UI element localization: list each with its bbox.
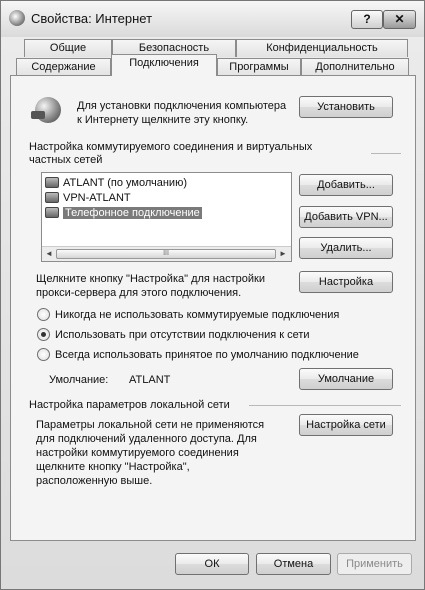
apply-button[interactable]: Применить	[337, 553, 412, 575]
internet-properties-window: Свойства: Интернет ? ✕ Общие Безопасност…	[0, 0, 425, 590]
scroll-left-icon[interactable]: ◄	[44, 249, 54, 258]
scroll-thumb[interactable]: III	[56, 249, 276, 259]
connections-panel: Для установки подключения компьютера к И…	[10, 75, 416, 541]
lan-text-5: расположенную выше.	[36, 475, 153, 487]
radio-always-dial-default-label[interactable]: Всегда использовать принятое по умолчани…	[55, 348, 359, 362]
lan-text-1: Параметры локальной сети не применяются	[36, 419, 265, 431]
phone-connection-icon	[45, 207, 59, 218]
list-item-selected[interactable]: Телефонное подключение	[45, 206, 202, 221]
help-button[interactable]: ?	[351, 10, 383, 29]
lan-settings-button[interactable]: Настройка сети	[299, 414, 393, 436]
set-default-button[interactable]: Умолчание	[299, 368, 393, 390]
close-button[interactable]: ✕	[383, 10, 416, 29]
horizontal-scrollbar[interactable]: ◄ III ►	[42, 246, 291, 261]
tab-connections[interactable]: Подключения	[111, 54, 217, 76]
lan-text-3: настройки коммутируемого соединения	[36, 447, 239, 459]
radio-never-dial-label[interactable]: Никогда не использовать коммутируемые по…	[55, 308, 339, 322]
ok-button[interactable]: ОК	[175, 553, 249, 575]
proxy-text-1: Щелкните кнопку "Настройка" для настройк…	[36, 273, 265, 285]
internet-options-icon	[9, 10, 25, 26]
title-bar: Свойства: Интернет ? ✕	[1, 1, 424, 37]
radio-always-dial-default[interactable]	[37, 348, 50, 361]
setup-button[interactable]: Установить	[299, 96, 393, 118]
separator	[249, 405, 401, 406]
tab-content[interactable]: Содержание	[16, 58, 111, 76]
tab-advanced[interactable]: Дополнительно	[301, 58, 409, 76]
list-item[interactable]: ATLANT (по умолчанию)	[45, 176, 187, 191]
setup-text-1: Для установки подключения компьютера	[77, 100, 287, 112]
lan-text-2: для подключений удаленного доступа. Для	[36, 433, 257, 445]
lan-heading: Настройка параметров локальной сети	[29, 399, 230, 411]
add-vpn-button[interactable]: Добавить VPN...	[299, 206, 393, 228]
default-label: Умолчание:	[49, 374, 109, 386]
radio-dial-when-no-network-label[interactable]: Использовать при отсутствии подключения …	[55, 328, 310, 342]
vpn-connection-icon	[45, 192, 59, 203]
radio-dial-when-no-network[interactable]	[37, 328, 50, 341]
setup-text-2: к Интернету щелкните эту кнопку.	[77, 114, 249, 126]
add-button[interactable]: Добавить...	[299, 174, 393, 196]
dialup-connection-icon	[45, 177, 59, 188]
globe-network-icon	[31, 97, 61, 123]
separator	[371, 153, 401, 154]
default-value: ATLANT	[129, 374, 171, 386]
proxy-settings-button[interactable]: Настройка	[299, 271, 393, 293]
dialup-heading-1: Настройка коммутируемого соединения и ви…	[29, 141, 313, 153]
cancel-button[interactable]: Отмена	[256, 553, 331, 575]
dialup-heading-2: частных сетей	[29, 154, 103, 166]
remove-button[interactable]: Удалить...	[299, 237, 393, 259]
connections-list[interactable]: ATLANT (по умолчанию) VPN-ATLANT Телефон…	[41, 172, 292, 262]
tab-general[interactable]: Общие	[24, 39, 112, 57]
lan-text-4: щелкните кнопку "Настройка",	[36, 461, 190, 473]
proxy-text-2: прокси-сервера для этого подключения.	[36, 287, 242, 299]
tab-programs[interactable]: Программы	[217, 58, 301, 76]
window-title: Свойства: Интернет	[31, 11, 153, 26]
list-item[interactable]: VPN-ATLANT	[45, 191, 131, 206]
radio-never-dial[interactable]	[37, 308, 50, 321]
tab-privacy[interactable]: Конфиденциальность	[236, 39, 408, 57]
scroll-right-icon[interactable]: ►	[278, 249, 288, 258]
